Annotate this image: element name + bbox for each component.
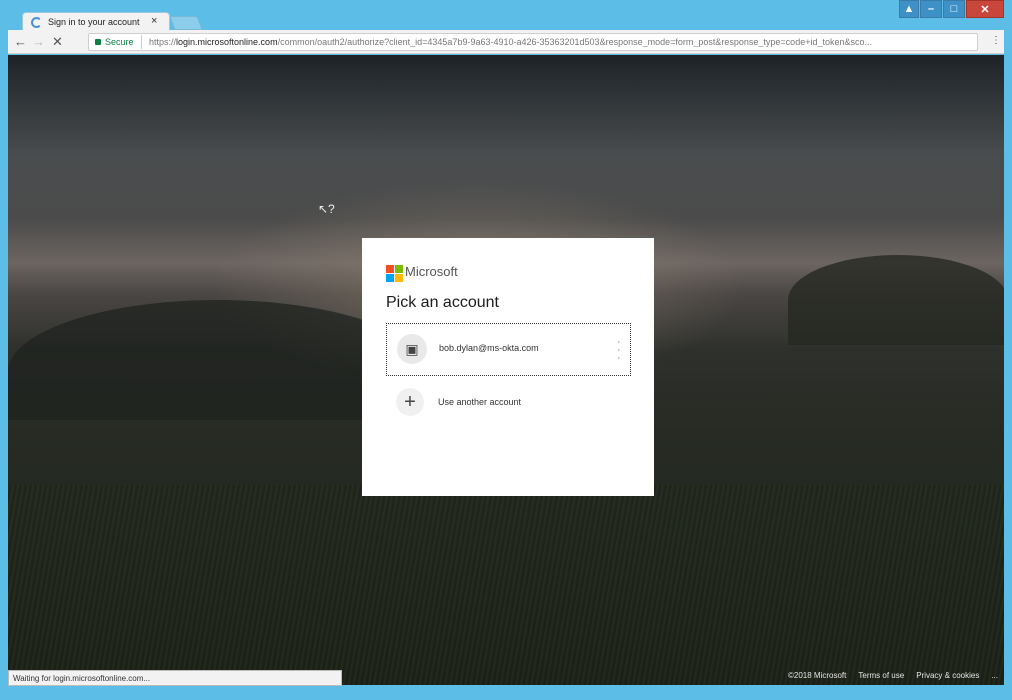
loading-spinner-icon xyxy=(31,17,42,28)
url-path: /common/oauth2/authorize?client_id=4345a… xyxy=(277,37,872,47)
background-hill xyxy=(788,255,1004,345)
privacy-link[interactable]: Privacy & cookies xyxy=(916,671,979,680)
copyright-text: ©2018 Microsoft xyxy=(788,670,847,680)
footer-more-link[interactable]: ... xyxy=(991,671,998,680)
brand-name: Microsoft xyxy=(405,264,458,279)
account-options-icon[interactable]: · · · xyxy=(617,337,621,364)
plus-icon: + xyxy=(396,388,424,416)
use-another-account-label: Use another account xyxy=(438,397,522,407)
background-grass xyxy=(8,485,1004,685)
url-scheme: https:// xyxy=(149,37,177,47)
maximize-button[interactable]: □ xyxy=(943,0,965,18)
terms-link[interactable]: Terms of use xyxy=(858,671,904,680)
mouse-cursor-icon: ↖? xyxy=(318,202,335,216)
url-separator xyxy=(141,35,142,49)
account-tile[interactable]: ▣ bob.dylan@ms-okta.com · · · xyxy=(386,323,631,376)
more-menu-icon[interactable]: ⋮ xyxy=(991,35,1001,46)
microsoft-logo-icon xyxy=(386,265,403,282)
forward-arrow-icon[interactable]: → xyxy=(32,34,45,49)
browser-window: Sign in to your account × ▲ – □ ✕ ← → ✕ … xyxy=(0,0,1012,700)
user-icon[interactable]: ▲ xyxy=(899,0,919,18)
stop-loading-icon[interactable]: ✕ xyxy=(52,34,63,50)
url-text[interactable]: https://login.microsoftonline.com/common… xyxy=(149,37,949,47)
tab-title: Sign in to your account xyxy=(48,17,140,27)
use-another-account-button[interactable]: + Use another account xyxy=(386,385,631,419)
minimize-button[interactable]: – xyxy=(920,0,942,18)
url-host: login.microsoftonline.com xyxy=(176,37,278,47)
secure-label: Secure xyxy=(105,37,134,47)
account-email: bob.dylan@ms-okta.com xyxy=(439,343,539,353)
tab-close-icon[interactable]: × xyxy=(151,15,157,27)
browser-toolbar: ← → ✕ Secure https://login.microsoftonli… xyxy=(8,30,1004,54)
page-viewport: ↖? Microsoft Pick an account ▣ bob.dylan… xyxy=(8,55,1004,685)
status-bar: Waiting for login.microsoftonline.com... xyxy=(8,670,342,686)
window-controls: ▲ – □ ✕ xyxy=(898,0,1004,22)
page-footer: ©2018 Microsoft Terms of use Privacy & c… xyxy=(776,665,1004,685)
browser-tab[interactable]: Sign in to your account × xyxy=(22,12,170,32)
account-badge-icon: ▣ xyxy=(397,334,427,364)
new-tab-button[interactable] xyxy=(169,16,203,30)
address-bar[interactable]: Secure https://login.microsoftonline.com… xyxy=(88,33,978,51)
close-button[interactable]: ✕ xyxy=(966,0,1004,18)
sign-in-card: Microsoft Pick an account ▣ bob.dylan@ms… xyxy=(362,238,654,496)
title-bar: Sign in to your account × ▲ – □ ✕ xyxy=(0,0,1012,32)
back-arrow-icon[interactable]: ← xyxy=(14,34,27,49)
lock-icon xyxy=(95,39,101,45)
page-title: Pick an account xyxy=(386,294,499,311)
